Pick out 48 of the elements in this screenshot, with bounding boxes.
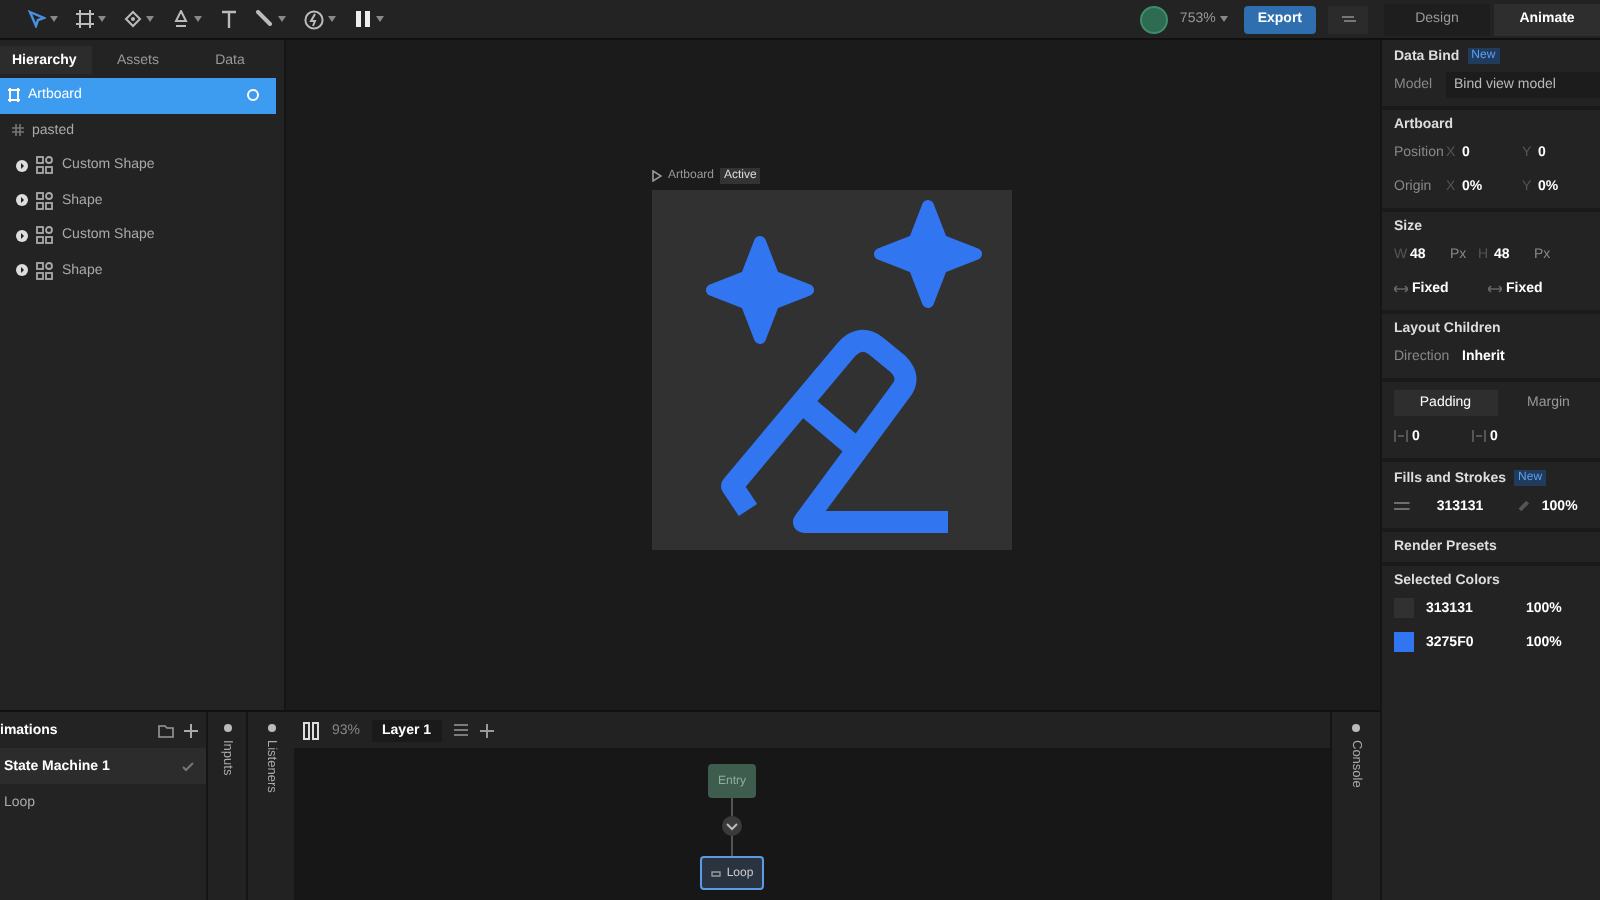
check-icon — [182, 761, 194, 771]
caret-right-icon[interactable] — [16, 159, 28, 172]
swap-icon — [1341, 14, 1355, 24]
lightning-circle-icon[interactable] — [304, 9, 324, 29]
spacing-icon — [1472, 430, 1486, 442]
color-swatch[interactable] — [1394, 632, 1414, 652]
pen-node-icon[interactable] — [124, 10, 142, 28]
state-icon — [710, 867, 723, 879]
dropdown-caret-icon[interactable] — [98, 16, 106, 22]
dot-icon — [267, 724, 275, 732]
group-icon — [12, 124, 24, 137]
text-tool-icon[interactable] — [220, 10, 238, 28]
dropdown-caret-icon[interactable] — [278, 16, 286, 22]
dot-icon — [1352, 724, 1360, 732]
caret-right-icon[interactable] — [16, 264, 28, 277]
dropdown-caret-icon[interactable] — [194, 16, 202, 22]
chevron-icon — [722, 816, 742, 836]
connector-line — [731, 797, 733, 817]
caret-right-icon[interactable] — [16, 229, 28, 242]
shape-icon — [36, 261, 54, 280]
dot-icon — [223, 724, 231, 732]
resize-icon — [1394, 283, 1408, 293]
dropdown-caret-icon[interactable] — [376, 16, 384, 22]
menu-icon[interactable] — [453, 724, 468, 736]
resize-icon — [1488, 283, 1502, 293]
swap-button[interactable] — [1328, 5, 1368, 33]
shape-icon — [36, 191, 54, 210]
caret-right-icon[interactable] — [16, 194, 28, 207]
sparkle-drawing — [874, 200, 982, 308]
avatar[interactable] — [1139, 5, 1168, 33]
spacing-icon — [1394, 430, 1408, 442]
add-icon[interactable] — [479, 723, 494, 737]
folder-icon[interactable] — [158, 723, 174, 737]
artboard-icon — [8, 88, 20, 103]
connector-line — [731, 835, 733, 857]
add-icon[interactable] — [184, 723, 198, 737]
pause-icon[interactable] — [302, 721, 320, 739]
frame-icon[interactable] — [76, 10, 94, 28]
sparkle-drawing — [706, 236, 814, 344]
play-icon[interactable] — [652, 170, 662, 182]
pointer-icon[interactable] — [28, 10, 46, 28]
dropdown-caret-icon[interactable] — [328, 16, 336, 22]
shape-icon — [36, 226, 54, 245]
shape-icon — [36, 156, 54, 175]
dropdown-caret-icon[interactable] — [1219, 16, 1228, 22]
dropdown-caret-icon[interactable] — [50, 16, 58, 22]
pause-icon[interactable] — [354, 10, 372, 28]
dropdown-caret-icon[interactable] — [146, 16, 154, 22]
